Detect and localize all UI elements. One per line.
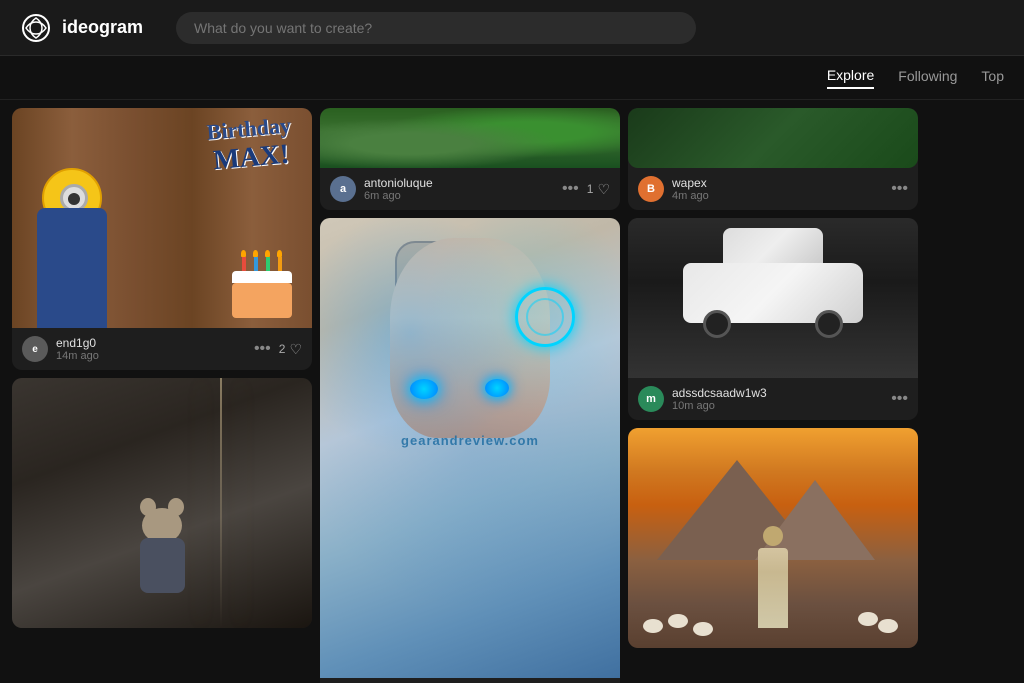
app-name: ideogram — [62, 17, 143, 38]
card-image-nature — [320, 108, 620, 168]
grid-col-center: a antonioluque 6m ago ••• 1 ♡ — [320, 108, 620, 675]
card-image-car — [628, 218, 918, 378]
sheep-4 — [858, 612, 878, 626]
card-footer: a antonioluque 6m ago ••• 1 ♡ — [320, 168, 620, 210]
ideogram-logo-icon — [20, 12, 52, 44]
list-item[interactable] — [12, 378, 312, 628]
birthday-text: Birthday MAX! — [205, 112, 294, 177]
sheep-5 — [693, 622, 713, 636]
card-actions: ••• 1 ♡ — [562, 180, 610, 198]
sheep-2 — [668, 614, 688, 628]
cake-frosting — [232, 271, 292, 283]
like-area: 2 ♡ — [279, 341, 302, 358]
main-grid: Birthday MAX! — [0, 100, 1024, 683]
card-image-partial — [628, 108, 918, 168]
minion-robe — [37, 208, 107, 328]
cake-base — [232, 283, 292, 318]
like-count: 2 — [279, 342, 286, 356]
avatar: m — [638, 386, 664, 412]
mouse-character — [132, 508, 192, 608]
timestamp: 14m ago — [56, 350, 99, 362]
card-footer: B wapex 4m ago ••• — [628, 168, 918, 210]
username: adssdcsaadw1w3 — [672, 386, 767, 400]
timestamp: 4m ago — [672, 190, 709, 202]
shepherd-mountains — [628, 472, 918, 560]
user-details: antonioluque 6m ago — [364, 176, 433, 202]
car-wheel-left — [703, 310, 731, 338]
sheep-3 — [878, 619, 898, 633]
card-actions: ••• — [891, 180, 908, 198]
list-item[interactable]: m adssdcsaadw1w3 10m ago ••• — [628, 218, 918, 420]
cyborg-eye-left — [410, 379, 438, 399]
car-roof — [723, 228, 823, 263]
list-item[interactable]: Birthday MAX! — [12, 108, 312, 370]
card-footer: e end1g0 14m ago ••• 2 ♡ — [12, 328, 312, 370]
more-options-button[interactable]: ••• — [254, 340, 271, 358]
list-item[interactable] — [628, 428, 918, 648]
minion-pupil — [68, 193, 80, 205]
birthday-cake — [232, 258, 302, 318]
tab-explore[interactable]: Explore — [827, 67, 874, 89]
car-body — [683, 258, 863, 338]
username: wapex — [672, 176, 709, 190]
like-area: 1 ♡ — [587, 181, 610, 198]
shepherd-figure — [758, 548, 788, 628]
candle-1 — [242, 257, 246, 271]
card-footer: m adssdcsaadw1w3 10m ago ••• — [628, 378, 918, 420]
user-info: B wapex 4m ago — [638, 176, 885, 202]
grid-col-right: B wapex 4m ago ••• — [628, 108, 918, 675]
card-actions: ••• 2 ♡ — [254, 340, 302, 358]
cyborg-eye-right — [485, 379, 509, 397]
user-info: e end1g0 14m ago — [22, 336, 248, 362]
list-item[interactable]: B wapex 4m ago ••• — [628, 108, 918, 210]
list-item[interactable]: a antonioluque 6m ago ••• 1 ♡ — [320, 108, 620, 210]
logo-area: ideogram — [20, 12, 160, 44]
more-options-button[interactable]: ••• — [891, 180, 908, 198]
candle-3 — [266, 257, 270, 271]
user-info: a antonioluque 6m ago — [330, 176, 556, 202]
card-image-cyborg: gearandreview.com — [320, 218, 620, 678]
timestamp: 10m ago — [672, 400, 767, 412]
list-item[interactable]: gearandreview.com — [320, 218, 620, 683]
like-count: 1 — [587, 182, 594, 196]
mouse-body — [140, 538, 185, 593]
heart-icon[interactable]: ♡ — [597, 181, 610, 198]
card-image-mouse — [12, 378, 312, 628]
tab-following[interactable]: Following — [898, 68, 957, 88]
watermark: gearandreview.com — [401, 433, 539, 448]
user-details: adssdcsaadw1w3 10m ago — [672, 386, 767, 412]
heart-icon[interactable]: ♡ — [289, 341, 302, 358]
card-image-shepherd — [628, 428, 918, 648]
card-actions: ••• — [891, 390, 908, 408]
shepherd-head — [763, 526, 783, 546]
car-wheel-right — [815, 310, 843, 338]
user-details: wapex 4m ago — [672, 176, 709, 202]
username: antonioluque — [364, 176, 433, 190]
header: ideogram — [0, 0, 1024, 56]
grid-col-left: Birthday MAX! — [12, 108, 312, 675]
user-info: m adssdcsaadw1w3 10m ago — [638, 386, 885, 412]
username: end1g0 — [56, 336, 99, 350]
more-options-button[interactable]: ••• — [562, 180, 579, 198]
avatar: a — [330, 176, 356, 202]
more-options-button[interactable]: ••• — [891, 390, 908, 408]
avatar: B — [638, 176, 664, 202]
minion-character — [32, 148, 112, 328]
card-image-minion: Birthday MAX! — [12, 108, 312, 328]
sheep-1 — [643, 619, 663, 633]
candle-4 — [278, 257, 282, 271]
cyborg-mech-overlay — [320, 218, 620, 678]
avatar: e — [22, 336, 48, 362]
timestamp: 6m ago — [364, 190, 433, 202]
nav-tabs: Explore Following Top — [0, 56, 1024, 100]
search-input[interactable] — [176, 12, 696, 44]
tab-top[interactable]: Top — [981, 68, 1004, 88]
cyborg-circle-tech — [515, 287, 575, 347]
candle-2 — [254, 257, 258, 271]
user-details: end1g0 14m ago — [56, 336, 99, 362]
